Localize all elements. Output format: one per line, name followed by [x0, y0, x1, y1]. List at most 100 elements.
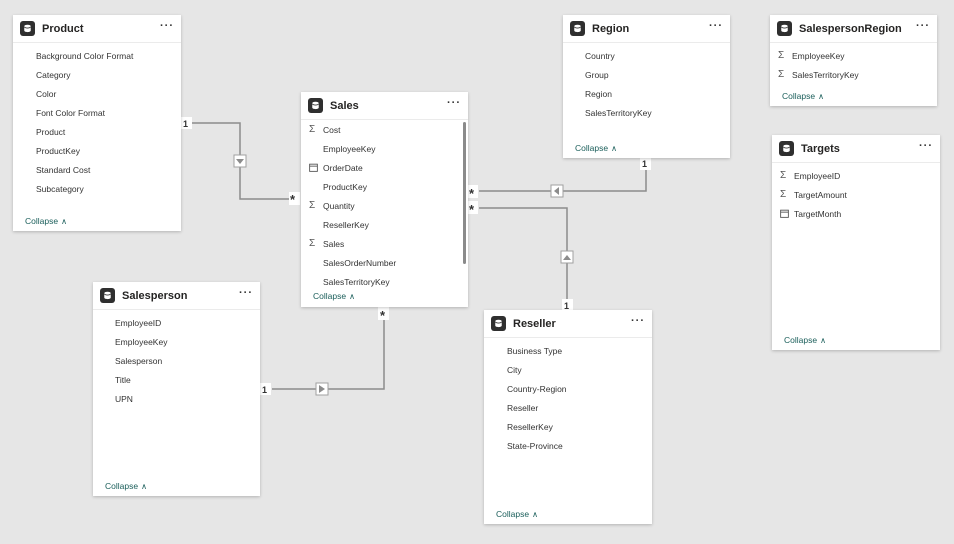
- field-reseller[interactable]: Reseller: [507, 398, 652, 417]
- field-salesordernumber[interactable]: SalesOrderNumber: [309, 253, 468, 272]
- field-label: Sales: [323, 238, 345, 249]
- field-color[interactable]: Color: [36, 84, 181, 103]
- field-targetamount[interactable]: Σ TargetAmount: [780, 185, 940, 204]
- more-options-icon[interactable]: ···: [447, 97, 461, 114]
- table-header[interactable]: Product ···: [13, 15, 181, 43]
- table-card-sales[interactable]: Sales ··· Σ Cost EmployeeKey OrderDate Pr…: [301, 92, 468, 307]
- field-title[interactable]: Title: [115, 370, 260, 389]
- field-state-province[interactable]: State-Province: [507, 436, 652, 455]
- more-options-icon[interactable]: ···: [709, 20, 723, 37]
- field-label: TargetAmount: [794, 189, 847, 200]
- field-standard-cost[interactable]: Standard Cost: [36, 160, 181, 179]
- table-header[interactable]: Reseller ···: [484, 310, 652, 338]
- field-employeeid[interactable]: EmployeeID: [115, 313, 260, 332]
- table-card-region[interactable]: Region ··· Country Group Region SalesTer…: [563, 15, 730, 158]
- table-icon: [570, 21, 585, 36]
- table-header[interactable]: Region ···: [563, 15, 730, 43]
- cardinality-salesperson-one: 1: [262, 385, 267, 395]
- collapse-label: Collapse: [575, 143, 609, 153]
- collapse-button[interactable]: Collapse ∧: [782, 91, 824, 101]
- collapse-button[interactable]: Collapse ∧: [496, 509, 538, 519]
- field-cost[interactable]: Σ Cost: [309, 120, 468, 139]
- field-subcategory[interactable]: Subcategory: [36, 179, 181, 198]
- field-label: EmployeeKey: [323, 143, 376, 154]
- field-background-color-format[interactable]: Background Color Format: [36, 46, 181, 65]
- cardinality-region-one: 1: [642, 159, 647, 169]
- chevron-up-icon: ∧: [818, 92, 824, 101]
- field-country-region[interactable]: Country-Region: [507, 379, 652, 398]
- table-header[interactable]: Salesperson ···: [93, 282, 260, 310]
- table-card-reseller[interactable]: Reseller ··· Business Type City Country-…: [484, 310, 652, 524]
- collapse-label: Collapse: [313, 291, 347, 301]
- table-card-salesperson[interactable]: Salesperson ··· EmployeeID EmployeeKey S…: [93, 282, 260, 496]
- field-font-color-format[interactable]: Font Color Format: [36, 103, 181, 122]
- collapse-button[interactable]: Collapse ∧: [25, 216, 67, 226]
- field-upn[interactable]: UPN: [115, 389, 260, 408]
- cardinality-product-one: 1: [183, 119, 188, 129]
- field-quantity[interactable]: Σ Quantity: [309, 196, 468, 215]
- more-options-icon[interactable]: ···: [916, 20, 930, 37]
- field-employeeid[interactable]: Σ EmployeeID: [780, 166, 940, 185]
- collapse-button[interactable]: Collapse ∧: [575, 143, 617, 153]
- field-business-type[interactable]: Business Type: [507, 341, 652, 360]
- relationship-reseller-sales[interactable]: [479, 207, 568, 300]
- scrollbar[interactable]: [463, 122, 466, 264]
- field-label: Standard Cost: [36, 164, 91, 175]
- field-country[interactable]: Country: [585, 46, 730, 65]
- more-options-icon[interactable]: ···: [631, 315, 645, 332]
- field-label: ResellerKey: [507, 421, 553, 432]
- field-salesterritorykey[interactable]: Σ SalesTerritoryKey: [778, 65, 937, 84]
- field-targetmonth[interactable]: TargetMonth: [780, 204, 940, 223]
- field-productkey[interactable]: ProductKey: [309, 177, 468, 196]
- table-header[interactable]: Targets ···: [772, 135, 940, 163]
- table-icon: [308, 98, 323, 113]
- collapse-button[interactable]: Collapse ∧: [105, 481, 147, 491]
- field-label: SalesTerritoryKey: [585, 107, 652, 118]
- field-sales[interactable]: Σ Sales: [309, 234, 468, 253]
- field-label: Region: [585, 88, 612, 99]
- field-product[interactable]: Product: [36, 122, 181, 141]
- table-card-targets[interactable]: Targets ··· Σ EmployeeID Σ TargetAmount Ta…: [772, 135, 940, 350]
- table-header[interactable]: SalespersonRegion ···: [770, 15, 937, 43]
- field-label: Quantity: [323, 200, 355, 211]
- field-label: Font Color Format: [36, 107, 105, 118]
- field-resellerkey[interactable]: ResellerKey: [507, 417, 652, 436]
- field-salesterritorykey[interactable]: SalesTerritoryKey: [309, 272, 468, 291]
- sigma-icon: Σ: [778, 50, 785, 61]
- field-resellerkey[interactable]: ResellerKey: [309, 215, 468, 234]
- field-region[interactable]: Region: [585, 84, 730, 103]
- collapse-label: Collapse: [105, 481, 139, 491]
- table-title: Region: [592, 22, 630, 35]
- table-header[interactable]: Sales ···: [301, 92, 468, 120]
- table-title: Targets: [801, 142, 840, 155]
- table-card-product[interactable]: Product ··· Background Color Format Cate…: [13, 15, 181, 231]
- field-productkey[interactable]: ProductKey: [36, 141, 181, 160]
- field-label: State-Province: [507, 440, 563, 451]
- field-label: Country: [585, 50, 615, 61]
- field-employeekey[interactable]: Σ EmployeeKey: [778, 46, 937, 65]
- field-group[interactable]: Group: [585, 65, 730, 84]
- more-options-icon[interactable]: ···: [239, 287, 253, 304]
- collapse-button[interactable]: Collapse ∧: [784, 335, 826, 345]
- field-salesperson[interactable]: Salesperson: [115, 351, 260, 370]
- field-employeekey[interactable]: EmployeeKey: [309, 139, 468, 158]
- sigma-icon: Σ: [778, 69, 785, 80]
- field-label: ProductKey: [36, 145, 80, 156]
- more-options-icon[interactable]: ···: [919, 140, 933, 157]
- relationship-salesperson-sales[interactable]: [272, 319, 385, 390]
- field-orderdate[interactable]: OrderDate: [309, 158, 468, 177]
- field-label: Product: [36, 126, 66, 137]
- field-category[interactable]: Category: [36, 65, 181, 84]
- sigma-icon: Σ: [780, 189, 787, 200]
- more-options-icon[interactable]: ···: [160, 20, 174, 37]
- table-icon: [777, 21, 792, 36]
- field-label: Background Color Format: [36, 50, 134, 61]
- collapse-button[interactable]: Collapse ∧: [313, 291, 355, 301]
- field-label: Category: [36, 69, 71, 80]
- field-employeekey[interactable]: EmployeeKey: [115, 332, 260, 351]
- field-city[interactable]: City: [507, 360, 652, 379]
- table-title: Product: [42, 22, 84, 35]
- table-card-salespersonregion[interactable]: SalespersonRegion ··· Σ EmployeeKey Σ Sale…: [770, 15, 937, 106]
- field-salesterritorykey[interactable]: SalesTerritoryKey: [585, 103, 730, 122]
- table-title: Sales: [330, 99, 359, 112]
